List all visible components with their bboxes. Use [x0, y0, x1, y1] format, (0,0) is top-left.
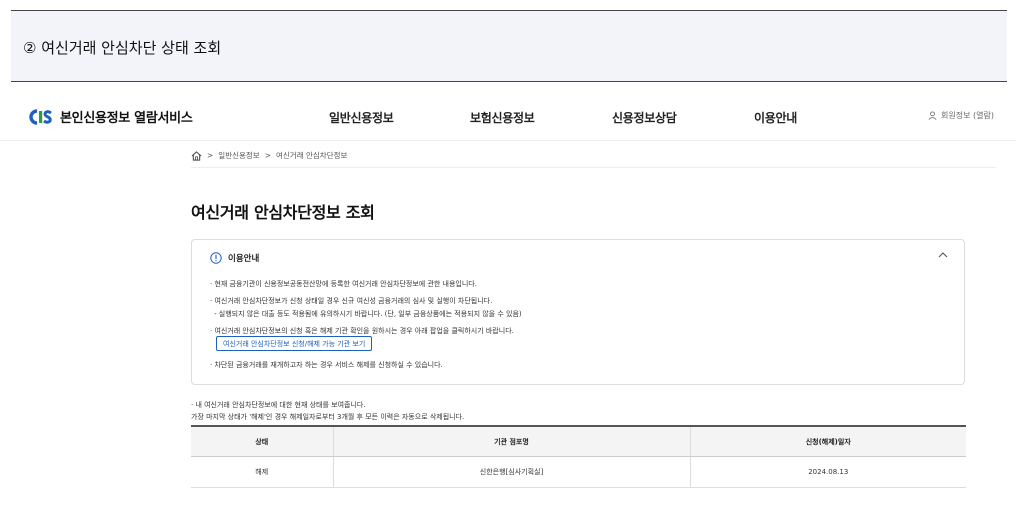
- collapse-chevron-up-icon[interactable]: [936, 250, 950, 260]
- breadcrumb-item-general-credit[interactable]: 일반신용정보: [218, 150, 259, 161]
- site-logo[interactable]: 본인신용정보 열람서비스: [28, 107, 193, 126]
- logo-text: 본인신용정보 열람서비스: [60, 111, 193, 126]
- cis-logo-icon: [29, 108, 52, 125]
- guide-line: · 여신거래 안심차단정보의 신청 혹은 해제 기관 확인을 원하시는 경우 아…: [210, 327, 514, 335]
- cell-institution: 신한은행[심사기획실]: [332, 456, 690, 488]
- cell-date: 2024.08.13: [689, 456, 966, 488]
- nav-credit-consulting[interactable]: 신용정보상담: [612, 109, 677, 126]
- guide-line: · 여신거래 안심차단정보가 신청 상태일 경우 신규 여신성 금융거래의 심사…: [210, 297, 493, 305]
- user-icon: [928, 111, 937, 120]
- column-header-status: 상태: [191, 425, 333, 457]
- status-note: · 내 여신거래 안심차단정보에 대한 현재 상태를 보여줍니다.: [191, 401, 366, 409]
- breadcrumb-item-current: 여신거래 안심차단정보: [276, 151, 348, 160]
- member-info-link[interactable]: 회원정보 (열람): [928, 110, 994, 121]
- status-table: 상태 기관 점포명 신청(해제)일자 해제 신한은행[심사기획실] 2024.0…: [191, 425, 966, 488]
- breadcrumb-separator: >: [207, 151, 214, 160]
- nav-insurance-credit[interactable]: 보험신용정보: [470, 109, 535, 126]
- usage-guide-title: 이용안내: [228, 254, 260, 264]
- breadcrumb: > 일반신용정보 > 여신거래 안심차단정보: [191, 150, 347, 161]
- status-note: 가장 마지막 상태가 '해제'인 경우 해제일자로부터 3개월 후 모든 이력은…: [191, 413, 465, 421]
- column-header-date: 신청(해제)일자: [689, 425, 966, 457]
- nav-usage-guide[interactable]: 이용안내: [754, 109, 797, 126]
- guide-subline: - 실행되지 않은 대출 등도 적용됨에 유의하시기 바랍니다. (단, 일부 …: [214, 310, 522, 318]
- table-header-row: 상태 기관 점포명 신청(해제)일자: [191, 425, 966, 457]
- nav-general-credit[interactable]: 일반신용정보: [329, 109, 394, 126]
- page-title: 여신거래 안심차단정보 조회: [191, 203, 375, 222]
- table-row: 해제 신한은행[심사기획실] 2024.08.13: [191, 456, 966, 488]
- guide-line: · 현재 금융기관이 신용정보공동전산망에 등록한 여신거래 안심차단정보에 관…: [210, 280, 477, 288]
- breadcrumb-divider: [191, 167, 996, 168]
- usage-guide-panel: 이용안내 · 현재 금융기관이 신용정보공동전산망에 등록한 여신거래 안심차단…: [191, 239, 965, 385]
- usage-guide-header: 이용안내: [210, 252, 259, 264]
- section-banner: ② 여신거래 안심차단 상태 조회: [11, 10, 1007, 82]
- member-info-label: 회원정보 (열람): [941, 111, 994, 120]
- breadcrumb-separator: >: [264, 151, 271, 160]
- section-title: ② 여신거래 안심차단 상태 조회: [23, 39, 222, 57]
- guide-line: · 차단된 금융거래를 재개하고자 하는 경우 서비스 해제를 신청하실 수 있…: [210, 361, 443, 369]
- view-institutions-button[interactable]: 여신거래 안심차단정보 신청/해제 가능 기관 보기: [216, 336, 373, 351]
- column-header-institution: 기관 점포명: [332, 425, 690, 457]
- top-navigation: 본인신용정보 열람서비스 일반신용정보 보험신용정보 신용정보상담 이용안내 회…: [0, 92, 1016, 141]
- home-icon[interactable]: [191, 150, 202, 161]
- info-icon: [210, 252, 222, 264]
- cell-status: 해제: [191, 456, 333, 488]
